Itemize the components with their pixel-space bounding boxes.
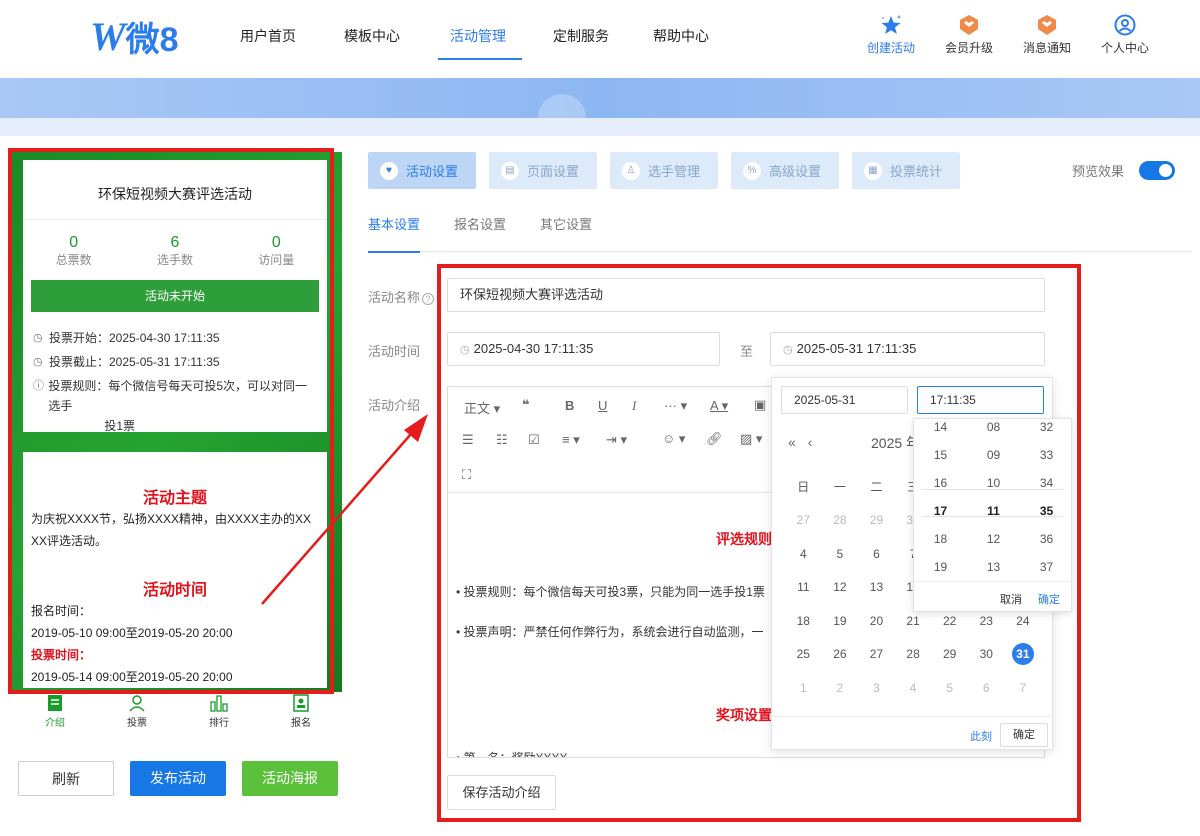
logo-text: 微8 — [125, 20, 179, 59]
banner-band — [0, 78, 1200, 118]
preview-toggle-label: 预览效果 — [1072, 164, 1125, 179]
chart-icon: ▦ — [864, 161, 882, 180]
highlight-box-settings — [437, 264, 1081, 822]
person-icon — [107, 694, 167, 712]
poster-button[interactable]: 活动海报 — [242, 761, 338, 796]
diamond-icon — [930, 14, 1008, 36]
activity-name-label: 活动名称? — [368, 287, 435, 306]
top-header: W 微8 用户首页 模板中心 活动管理 定制服务 帮助中心 创建活动 会员升级 … — [0, 0, 1200, 78]
sub-tabs: 基本设置 报名设置 其它设置 — [368, 210, 1192, 253]
tab-contestant-management[interactable]: ♙ 选手管理 — [610, 152, 718, 189]
tab-vote-statistics[interactable]: ▦ 投票统计 — [852, 152, 960, 189]
user-icon — [1086, 14, 1164, 36]
tab-ranking[interactable]: 排行 — [189, 694, 249, 734]
tab-basic-settings[interactable]: 基本设置 — [368, 210, 421, 253]
tab-intro[interactable]: 介绍 — [25, 694, 85, 734]
tab-activity-settings[interactable]: ♥ 活动设置 — [368, 152, 476, 189]
ranking-icon — [189, 694, 249, 712]
tab-label: 投票统计 — [890, 164, 943, 179]
person-icon: ♙ — [622, 161, 640, 180]
logo[interactable]: W 微8 — [90, 13, 179, 59]
nav-custom-service[interactable]: 定制服务 — [530, 0, 632, 72]
tab-label: 高级设置 — [769, 164, 822, 179]
tab-ranking-label: 排行 — [209, 718, 229, 729]
preview-tabbar: 介绍 投票 排行 报名 — [14, 694, 342, 734]
banner-shadow — [0, 118, 1200, 136]
main-nav: 用户首页 模板中心 活动管理 定制服务 帮助中心 — [218, 0, 730, 60]
nav-home[interactable]: 用户首页 — [218, 0, 318, 72]
activity-time-label: 活动时间 — [368, 344, 421, 359]
create-activity-button[interactable]: 创建活动 — [852, 14, 930, 56]
tab-page-settings[interactable]: ▤ 页面设置 — [489, 152, 597, 189]
activity-intro-label: 活动介绍 — [368, 398, 421, 413]
bell-icon — [1008, 14, 1086, 36]
activity-name-label-text: 活动名称 — [368, 290, 421, 305]
tab-label: 选手管理 — [648, 164, 701, 179]
tab-signup-settings[interactable]: 报名设置 — [454, 210, 506, 252]
nav-activity-management[interactable]: 活动管理 — [426, 0, 530, 72]
tab-advanced-settings[interactable]: % 高级设置 — [731, 152, 839, 189]
member-upgrade-label: 会员升级 — [944, 41, 993, 55]
personal-center-button[interactable]: 个人中心 — [1086, 14, 1164, 56]
highlight-box-preview — [8, 148, 334, 694]
nav-templates[interactable]: 模板中心 — [318, 0, 426, 72]
refresh-button[interactable]: 刷新 — [18, 761, 114, 796]
personal-center-label: 个人中心 — [1100, 41, 1149, 55]
tab-vote-label: 投票 — [127, 718, 147, 729]
percent-icon: % — [743, 161, 761, 180]
create-activity-label: 创建活动 — [866, 41, 915, 55]
star-icon — [852, 14, 930, 36]
tab-other-settings[interactable]: 其它设置 — [540, 210, 592, 252]
tab-vote[interactable]: 投票 — [107, 694, 167, 734]
help-icon[interactable]: ? — [422, 293, 435, 305]
preview-toggle[interactable] — [1139, 161, 1175, 180]
header-actions: 创建活动 会员升级 消息通知 个人中心 — [852, 14, 1164, 56]
signup-icon — [271, 694, 331, 712]
tab-signup[interactable]: 报名 — [271, 694, 331, 734]
nav-help[interactable]: 帮助中心 — [632, 0, 730, 72]
heart-icon: ♥ — [380, 161, 398, 180]
notifications-button[interactable]: 消息通知 — [1008, 14, 1086, 56]
page-icon: ▤ — [501, 161, 519, 180]
tab-label: 活动设置 — [406, 164, 459, 179]
settings-tabs: ♥ 活动设置 ▤ 页面设置 ♙ 选手管理 % 高级设置 ▦ 投票统计 — [368, 152, 960, 189]
tab-signup-label: 报名 — [291, 718, 311, 729]
publish-button[interactable]: 发布活动 — [130, 761, 226, 796]
logo-mark: W — [90, 13, 126, 59]
tab-intro-label: 介绍 — [45, 718, 65, 729]
member-upgrade-button[interactable]: 会员升级 — [930, 14, 1008, 56]
tab-label: 页面设置 — [527, 164, 580, 179]
notifications-label: 消息通知 — [1022, 41, 1071, 55]
intro-icon — [25, 694, 85, 712]
